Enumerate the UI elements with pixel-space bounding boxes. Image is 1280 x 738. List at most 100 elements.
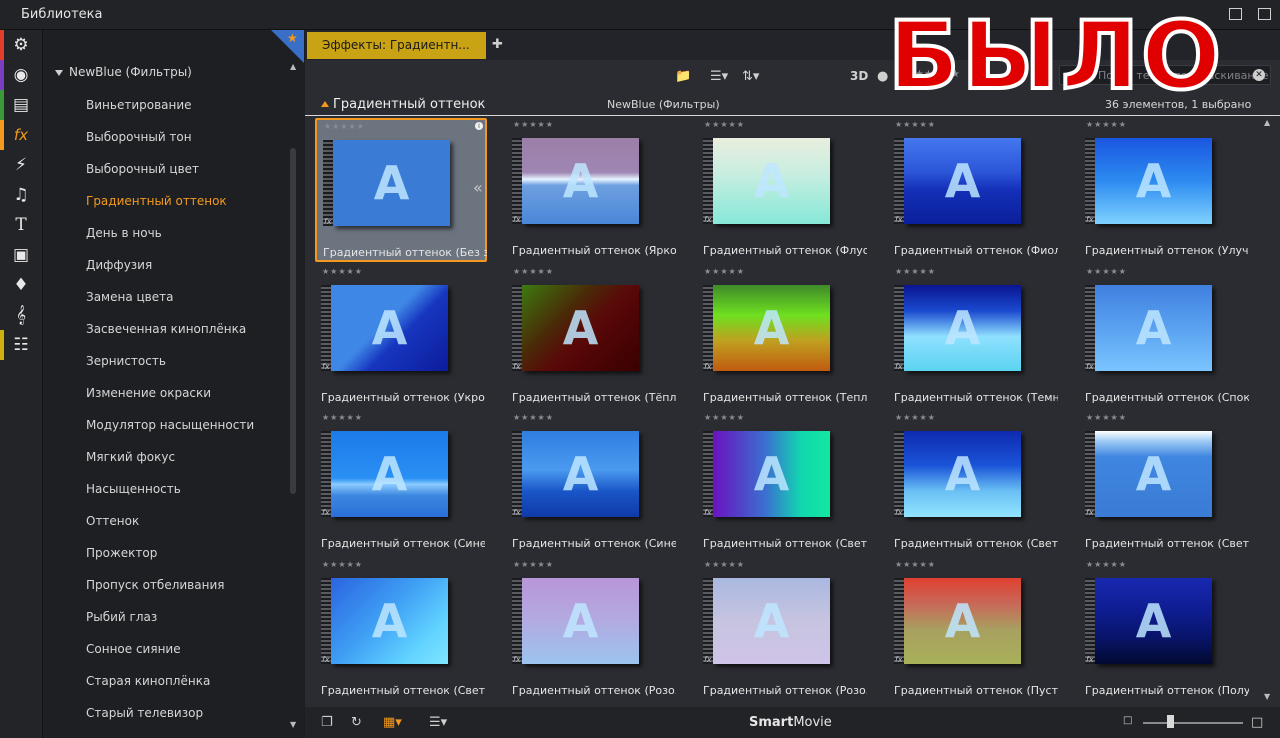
tree-item[interactable]: Оттенок xyxy=(86,514,139,528)
grid-view-icon[interactable]: ▦▾ xyxy=(383,715,402,730)
tree-item[interactable]: Пропуск отбеливания xyxy=(86,578,224,592)
rating-stars[interactable]: ★★★★★ xyxy=(324,122,365,131)
tree-item[interactable]: Рыбий глаз xyxy=(86,610,157,624)
tag-icon[interactable]: ● xyxy=(877,69,888,84)
rail-montage-icon[interactable]: ▣ xyxy=(0,240,42,270)
rating-stars[interactable]: ★★★★★ xyxy=(322,413,363,422)
tree-item[interactable]: Изменение окраски xyxy=(86,386,211,400)
rating-stars[interactable]: ★★★★★ xyxy=(513,560,554,569)
list-view-toggle-icon[interactable]: ☰▾ xyxy=(429,715,447,730)
effect-card[interactable]: ★★★★★ fx A Градиентный оттенок (Фиол... xyxy=(888,118,1060,262)
tree-scrollbar[interactable] xyxy=(290,148,296,494)
rating-stars[interactable]: ★★★★★ xyxy=(513,120,554,129)
tree-item[interactable]: Диффузия xyxy=(86,258,152,272)
effect-card[interactable]: ★★★★★ fx A Градиентный оттенок (Розо... xyxy=(506,558,678,702)
tree-item[interactable]: Зернистость xyxy=(86,354,166,368)
rating-stars[interactable]: ★★★★★ xyxy=(704,120,745,129)
rating-stars[interactable]: ★★★★★ xyxy=(322,560,363,569)
rail-media-icon[interactable]: ◉ xyxy=(0,60,42,90)
folder-collapse-icon[interactable] xyxy=(321,101,329,107)
rail-titles-icon[interactable]: T xyxy=(0,210,42,240)
restore-window-icon[interactable] xyxy=(1229,8,1242,20)
tree-root-newblue[interactable]: NewBlue (Фильтры) xyxy=(55,65,192,79)
effect-card[interactable]: ★★★★★ fx A Градиентный оттенок (Свет ... xyxy=(315,558,487,702)
tree-item[interactable]: День в ночь xyxy=(86,226,162,240)
tree-item[interactable]: Засвеченная киноплёнка xyxy=(86,322,246,336)
add-tab-icon[interactable]: ✚ xyxy=(492,37,503,52)
tree-item[interactable]: Старый телевизор xyxy=(86,706,203,720)
effect-card[interactable]: ★★★★★ fx A Градиентный оттенок (Флуо... xyxy=(697,118,869,262)
effect-card[interactable]: ★★★★★ fx A Градиентный оттенок (Пуст... xyxy=(888,558,1060,702)
rating-stars[interactable]: ★★★★★ xyxy=(704,267,745,276)
tree-item[interactable]: Старая киноплёнка xyxy=(86,674,210,688)
tree-item[interactable]: Выборочный тон xyxy=(86,130,192,144)
refresh-icon[interactable]: ↻ xyxy=(351,715,362,730)
tab-effects[interactable]: Эффекты: Градиентн... xyxy=(307,32,486,59)
effect-card[interactable]: ★★★★★ fx A Градиентный оттенок (Сине... xyxy=(506,411,678,555)
smartmovie-button[interactable]: SmartMovie xyxy=(749,715,832,730)
rating-stars[interactable]: ★★★★★ xyxy=(1086,413,1127,422)
rail-transitions-icon[interactable]: ⚡ xyxy=(0,150,42,180)
rating-stars[interactable]: ★★★★★ xyxy=(895,120,936,129)
effect-card[interactable]: ★★★★★ fx A Градиентный оттенок (Свет... xyxy=(697,411,869,555)
tree-item[interactable]: Насыщенность xyxy=(86,482,181,496)
rail-music-icon[interactable]: ♫ xyxy=(0,180,42,210)
grid-scrollbar[interactable]: ▲ ▼ xyxy=(1264,118,1272,708)
rating-stars[interactable]: ★★★★★ xyxy=(1086,560,1127,569)
rail-menus-icon[interactable]: ☷ xyxy=(0,330,42,360)
tree-item[interactable]: Выборочный цвет xyxy=(86,162,199,176)
effect-card[interactable]: ★★★★★ fx A Градиентный оттенок (Полу... xyxy=(1079,558,1251,702)
effect-card[interactable]: ★★★★★ fx A Градиентный оттенок (Свет... xyxy=(888,411,1060,555)
thumbnail-size-slider[interactable] xyxy=(1143,722,1243,724)
effect-card[interactable]: ★★★★★ fx A Градиентный оттенок (Тёпл... xyxy=(506,265,678,409)
effect-card[interactable]: ★★★★★ fx A Градиентный оттенок (Укро... xyxy=(315,265,487,409)
rail-effects-icon[interactable]: fx xyxy=(0,120,42,150)
effect-card[interactable]: ★★★★★ fx A Градиентный оттенок (Темн... xyxy=(888,265,1060,409)
popout-window-icon[interactable] xyxy=(1258,8,1271,20)
rating-stars[interactable]: ★★★★★ xyxy=(1086,267,1127,276)
tree-item[interactable]: Модулятор насыщенности xyxy=(86,418,254,432)
rail-projects-icon[interactable]: ⚙ xyxy=(0,30,42,60)
scroll-down-icon[interactable]: ▼ xyxy=(290,720,296,729)
effect-card[interactable]: ★★★★★ fx A Градиентный оттенок (Свет ... xyxy=(1079,411,1251,555)
effect-card[interactable]: ★★★★★ fx A Градиентный оттенок (Спок... xyxy=(1079,265,1251,409)
grid-scroll-up-icon[interactable]: ▲ xyxy=(1264,118,1270,127)
large-thumbnail-icon[interactable]: □ xyxy=(1251,715,1263,730)
list-view-icon[interactable]: ☰▾ xyxy=(710,69,728,84)
info-icon[interactable]: i xyxy=(475,122,483,130)
copy-icon[interactable]: ❐ xyxy=(321,715,333,730)
scroll-up-icon[interactable]: ▲ xyxy=(290,62,296,71)
rating-stars[interactable]: ★★★★★ xyxy=(895,560,936,569)
rail-photos-icon[interactable]: ▤ xyxy=(0,90,42,120)
rail-layers-icon[interactable]: ♦ xyxy=(0,270,42,300)
folder-icon[interactable]: 📁 xyxy=(675,69,691,84)
rating-stars[interactable]: ★★★★★ xyxy=(704,413,745,422)
clear-search-icon[interactable]: ✕ xyxy=(1253,69,1265,81)
tree-item[interactable]: Прожектор xyxy=(86,546,157,560)
effect-card[interactable]: ★★★★★ fx A Градиентный оттенок (Розо... xyxy=(697,558,869,702)
slider-knob[interactable] xyxy=(1167,715,1174,728)
tree-item[interactable]: Градиентный оттенок xyxy=(86,194,227,208)
rating-stars[interactable]: ★★★★★ xyxy=(1086,120,1127,129)
rating-stars[interactable]: ★★★★★ xyxy=(895,413,936,422)
collapse-triangle-icon[interactable] xyxy=(55,69,63,76)
sort-icon[interactable]: ⇅▾ xyxy=(742,69,759,84)
rail-sound-effects-icon[interactable]: 𝄞 xyxy=(0,300,42,330)
rating-stars[interactable]: ★★★★★ xyxy=(704,560,745,569)
effect-card[interactable]: ★★★★★ fx A Градиентный оттенок (Тепл... xyxy=(697,265,869,409)
rating-stars[interactable]: ★★★★★ xyxy=(895,267,936,276)
grid-scroll-down-icon[interactable]: ▼ xyxy=(1264,692,1270,701)
tree-item[interactable]: Виньетирование xyxy=(86,98,192,112)
expand-chevron-icon[interactable]: « xyxy=(473,178,483,197)
mode-3d-button[interactable]: 3D xyxy=(850,69,868,83)
effect-card[interactable]: ★★★★★ i fx A « Градиентный оттенок (Без з... xyxy=(315,118,487,262)
effect-card[interactable]: ★★★★★ fx A Градиентный оттенок (Сине... xyxy=(315,411,487,555)
tree-item[interactable]: Сонное сияние xyxy=(86,642,181,656)
pin-icon[interactable]: ★ xyxy=(287,31,298,45)
rating-stars[interactable]: ★★★★★ xyxy=(513,267,554,276)
effect-card[interactable]: ★★★★★ fx A Градиентный оттенок (Ярко... xyxy=(506,118,678,262)
small-thumbnail-icon[interactable]: □ xyxy=(1123,715,1132,726)
rating-stars[interactable]: ★★★★★ xyxy=(513,413,554,422)
tree-item[interactable]: Мягкий фокус xyxy=(86,450,175,464)
effect-card[interactable]: ★★★★★ fx A Градиентный оттенок (Улуч... xyxy=(1079,118,1251,262)
